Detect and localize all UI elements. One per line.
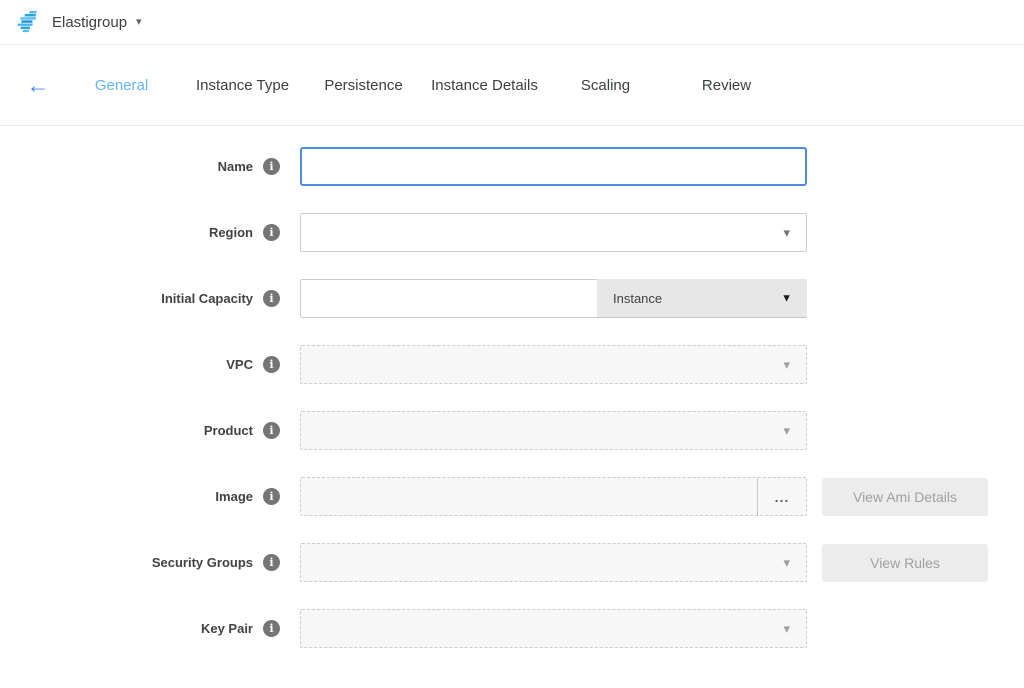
back-arrow-icon[interactable]: ← bbox=[20, 72, 56, 99]
security-groups-caret-down-icon: ▾ bbox=[783, 556, 790, 569]
form-row-name: Name i bbox=[0, 147, 1024, 186]
tab-review[interactable]: Review bbox=[666, 77, 787, 94]
initial-capacity-info-icon[interactable]: i bbox=[263, 290, 280, 307]
product-label: Product bbox=[204, 423, 253, 438]
name-info-icon[interactable]: i bbox=[263, 158, 280, 175]
security-groups-info-icon[interactable]: i bbox=[263, 554, 280, 571]
form-row-product: Product i ▾ bbox=[0, 411, 1024, 450]
tab-scaling[interactable]: Scaling bbox=[545, 77, 666, 94]
form-row-vpc: VPC i ▾ bbox=[0, 345, 1024, 384]
security-groups-label: Security Groups bbox=[152, 555, 253, 570]
vpc-label: VPC bbox=[226, 357, 253, 372]
key-pair-caret-down-icon: ▾ bbox=[783, 622, 790, 635]
form-row-region: Region i ▾ bbox=[0, 213, 1024, 252]
key-pair-select: ▾ bbox=[300, 609, 807, 648]
capacity-unit-select[interactable]: Instance ▼ bbox=[597, 279, 807, 318]
region-caret-down-icon: ▾ bbox=[783, 226, 790, 239]
region-select[interactable]: ▾ bbox=[300, 213, 807, 252]
tab-general[interactable]: General bbox=[61, 77, 182, 94]
product-select: ▾ bbox=[300, 411, 807, 450]
initial-capacity-label: Initial Capacity bbox=[161, 291, 253, 306]
name-input[interactable] bbox=[300, 147, 807, 186]
image-value bbox=[301, 478, 757, 515]
wizard-tabs: General Instance Type Persistence Instan… bbox=[61, 77, 787, 94]
vpc-select: ▾ bbox=[300, 345, 807, 384]
image-info-icon[interactable]: i bbox=[263, 488, 280, 505]
general-form: Name i Region i ▾ Initial Capacity i bbox=[0, 126, 1024, 648]
view-rules-button[interactable]: View Rules bbox=[822, 544, 988, 582]
tab-instance-details[interactable]: Instance Details bbox=[424, 77, 545, 94]
image-browse-button[interactable]: ... bbox=[757, 478, 806, 515]
tab-instance-type[interactable]: Instance Type bbox=[182, 77, 303, 94]
image-label: Image bbox=[215, 489, 253, 504]
vpc-caret-down-icon: ▾ bbox=[783, 358, 790, 371]
vpc-info-icon[interactable]: i bbox=[263, 356, 280, 373]
product-caret-down-icon: ▾ bbox=[783, 424, 790, 437]
region-info-icon[interactable]: i bbox=[263, 224, 280, 241]
form-row-key-pair: Key Pair i ▾ bbox=[0, 609, 1024, 648]
form-row-security-groups: Security Groups i ▾ View Rules bbox=[0, 543, 1024, 582]
wizard-tab-bar: ← General Instance Type Persistence Inst… bbox=[0, 45, 1024, 126]
image-field: ... bbox=[300, 477, 807, 516]
app-header: Elastigroup ▾ bbox=[0, 0, 1024, 45]
view-ami-details-button[interactable]: View Ami Details bbox=[822, 478, 988, 516]
form-row-image: Image i ... View Ami Details bbox=[0, 477, 1024, 516]
name-label: Name bbox=[218, 159, 253, 174]
initial-capacity-input[interactable] bbox=[300, 279, 597, 318]
app-title: Elastigroup bbox=[52, 14, 127, 31]
key-pair-info-icon[interactable]: i bbox=[263, 620, 280, 637]
capacity-unit-value: Instance bbox=[613, 291, 662, 306]
capacity-unit-caret-down-icon: ▼ bbox=[781, 293, 792, 304]
region-label: Region bbox=[209, 225, 253, 240]
tab-persistence[interactable]: Persistence bbox=[303, 77, 424, 94]
product-info-icon[interactable]: i bbox=[263, 422, 280, 439]
form-row-initial-capacity: Initial Capacity i Instance ▼ bbox=[0, 279, 1024, 318]
app-switcher-caret-icon[interactable]: ▾ bbox=[136, 17, 142, 28]
key-pair-label: Key Pair bbox=[201, 621, 253, 636]
security-groups-select: ▾ bbox=[300, 543, 807, 582]
elastigroup-logo-icon bbox=[14, 10, 40, 34]
